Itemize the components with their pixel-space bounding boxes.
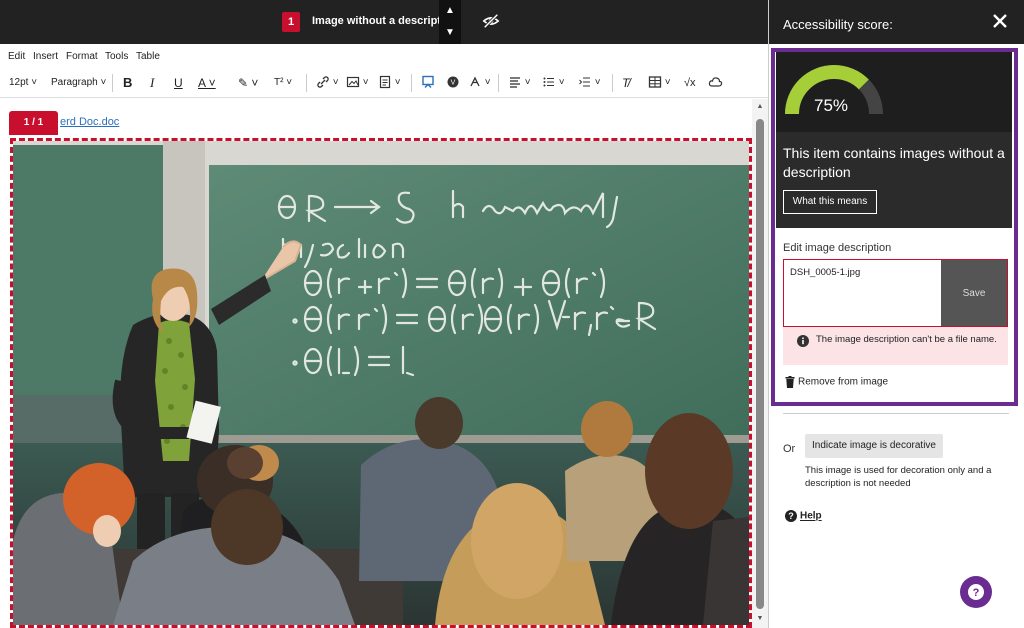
document-link[interactable]: erd Doc.doc xyxy=(60,116,119,128)
toolbar-divider xyxy=(411,74,412,92)
scroll-thumb[interactable] xyxy=(756,119,764,609)
menu-edit[interactable]: Edit xyxy=(8,51,25,62)
clear-format-icon[interactable]: T̸ xyxy=(622,74,629,92)
bold-icon[interactable]: B xyxy=(123,74,132,92)
link-icon[interactable]: ˅ xyxy=(316,74,339,92)
help-link[interactable]: ? Help xyxy=(785,510,822,522)
superscript-icon[interactable]: T² ˅ xyxy=(274,74,292,92)
italic-icon[interactable]: I xyxy=(150,74,154,92)
issue-title: Image without a description xyxy=(312,15,458,27)
equation-icon[interactable]: √x xyxy=(684,74,696,92)
help-fab-button[interactable]: ? xyxy=(960,576,992,608)
help-icon: ? xyxy=(785,510,797,522)
indent-icon[interactable]: ˅ xyxy=(578,74,601,92)
table-icon[interactable]: ˅ xyxy=(648,74,671,92)
font-size-select[interactable]: 12pt ˅ xyxy=(9,74,37,92)
toolbar-divider xyxy=(498,74,499,92)
issue-page-indicator: 1 / 1 xyxy=(9,111,58,135)
panel-title: Accessibility score: xyxy=(783,17,893,32)
align-icon[interactable]: ˅ xyxy=(508,74,531,92)
help-label: Help xyxy=(800,510,822,522)
svg-text:?: ? xyxy=(788,511,794,521)
close-icon[interactable] xyxy=(991,12,1009,30)
or-label: Or xyxy=(783,443,796,455)
toolbar-divider xyxy=(306,74,307,92)
svg-text:V: V xyxy=(451,80,456,87)
menu-format[interactable]: Format xyxy=(66,51,98,62)
text-color-icon[interactable]: A ˅ xyxy=(198,74,216,92)
toolbar-divider xyxy=(112,74,113,92)
image-icon[interactable]: ˅ xyxy=(346,74,369,92)
classroom-photo xyxy=(13,141,749,625)
app-icon[interactable]: V xyxy=(446,74,460,92)
bullet-list-icon[interactable]: ˅ xyxy=(542,74,565,92)
menu-tools[interactable]: Tools xyxy=(105,51,128,62)
question-icon: ? xyxy=(968,584,984,600)
indicate-decorative-button[interactable]: Indicate image is decorative xyxy=(805,434,943,458)
underline-icon[interactable]: U xyxy=(174,74,183,92)
flagged-image[interactable] xyxy=(9,137,753,628)
chevron-down-icon[interactable]: ▼ xyxy=(439,22,461,44)
toolbar-divider xyxy=(612,74,613,92)
issue-nav-arrows: ▲ ▼ xyxy=(439,0,461,44)
svg-text:?: ? xyxy=(973,587,980,599)
content-scrollbar[interactable]: ▲ ▼ xyxy=(752,99,768,628)
editor-toolbar: 12pt ˅ Paragraph ˅ B I U A ˅ ✎ ˅ T² ˅ ˅ … xyxy=(0,68,768,98)
block-format-select[interactable]: Paragraph ˅ xyxy=(51,74,106,92)
decorative-note: This image is used for decoration only a… xyxy=(805,465,992,489)
font-size-value: 12pt xyxy=(9,77,29,88)
chevron-up-icon[interactable]: ▲ xyxy=(439,0,461,22)
media-icon[interactable] xyxy=(421,74,435,92)
editor-content[interactable]: erd Doc.doc 1 / 1 ▲ ▼ xyxy=(0,99,768,628)
eye-off-icon[interactable] xyxy=(482,12,500,30)
scroll-down-icon[interactable]: ▼ xyxy=(756,615,764,623)
menu-insert[interactable]: Insert xyxy=(33,51,58,62)
panel-header: Accessibility score: xyxy=(769,0,1024,44)
scroll-up-icon[interactable]: ▲ xyxy=(756,103,764,111)
superscript-label: T² xyxy=(274,77,284,88)
panel-divider xyxy=(783,413,1009,414)
cloud-icon[interactable] xyxy=(708,74,723,92)
focus-highlight-frame xyxy=(771,48,1018,406)
highlight-color-icon[interactable]: ✎ ˅ xyxy=(238,74,258,92)
menu-table[interactable]: Table xyxy=(136,51,160,62)
block-format-value: Paragraph xyxy=(51,77,98,88)
plugins-icon[interactable]: ˅ xyxy=(468,74,491,92)
document-icon[interactable]: ˅ xyxy=(378,74,401,92)
editor-menubar: Edit Insert Format Tools Table xyxy=(0,44,768,68)
issue-navigation-bar: 1 Image without a description ▲ ▼ xyxy=(0,0,768,44)
issue-count-badge: 1 xyxy=(282,12,300,32)
